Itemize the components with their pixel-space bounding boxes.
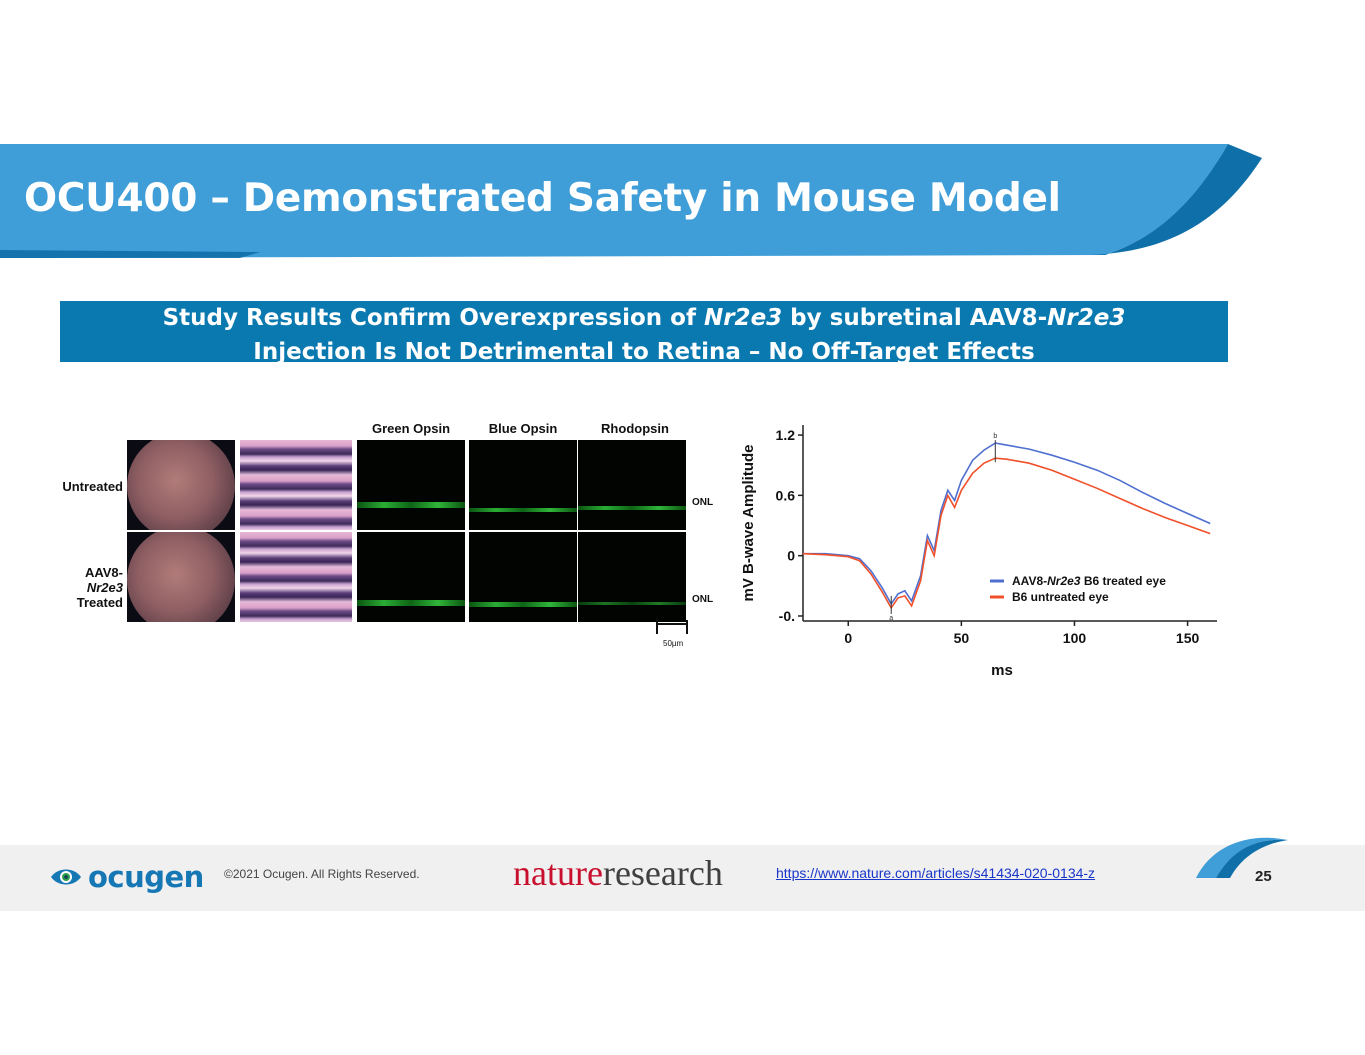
column-header-green-opsin: Green Opsin [371,421,451,436]
x-tick-label: 50 [954,630,970,646]
x-tick-label: 100 [1063,630,1087,646]
annotation-a-label: a [889,615,893,622]
column-header-rhodopsin: Rhodopsin [601,421,669,436]
annotation-b-label: b [993,433,997,440]
chart-xlabel: ms [991,662,1013,679]
slide-title: OCU400 – Demonstrated Safety in Mouse Mo… [24,176,1061,221]
blue-opsin-image-treated [469,532,577,622]
article-link[interactable]: https://www.nature.com/articles/s41434-0… [776,865,1095,881]
fundus-image-untreated [127,440,235,530]
bwave-chart: 1.2 0.6 0 -0. 0 50 100 150 ms mV B-wave Amplitude… [740,425,1217,679]
subtitle-line-1: Study Results Confirm Overexpression of … [162,305,1126,331]
y-tick-label: 1.2 [776,427,796,443]
row-label-untreated: Untreated [62,479,123,494]
row-label-treated: AAV8- Nr2e3 Treated [76,565,123,610]
legend-label-1: B6 untreated eye [1012,590,1109,604]
fundus-image-treated [127,532,235,622]
blue-opsin-image-untreated [469,440,577,530]
subtitle-line-2: Injection Is Not Detrimental to Retina –… [253,339,1035,362]
green-opsin-image-treated [357,532,465,622]
histology-image-untreated [240,440,352,530]
scale-bar [656,620,688,634]
nature-research-logo: natureresearch [513,853,723,893]
green-opsin-image-untreated [357,440,465,530]
logo-text: ocugen [88,860,204,894]
x-tick-label: 150 [1176,630,1200,646]
chart-ylabel: mV B-wave Amplitude [740,445,757,602]
x-tick-label: 0 [844,630,852,646]
subtitle-box: Study Results Confirm Overexpression of … [60,301,1228,362]
histology-image-treated [240,532,352,622]
scale-bar-label: 50µm [663,639,684,648]
onl-label-treated: ONL [692,594,714,605]
y-tick-label: 0.6 [776,487,796,503]
rhodopsin-image-untreated [578,440,686,530]
copyright-text: ©2021 Ocugen. All Rights Reserved. [224,867,420,881]
y-tick-label: 0 [787,548,795,564]
onl-label-untreated: ONL [692,497,714,508]
rhodopsin-image-treated [578,532,686,622]
legend-label-0: AAV8-Nr2e3 B6 treated eye [1012,574,1166,588]
y-tick-label: -0. [779,608,795,624]
column-header-blue-opsin: Blue Opsin [488,421,558,436]
retina-figure-panel: Green Opsin Blue Opsin Rhodopsin Untreat… [55,415,725,655]
eye-icon [51,869,81,885]
corner-swoosh-icon [1196,837,1288,878]
page-number: 25 [1255,868,1272,885]
ocugen-logo: ocugen [50,860,204,894]
